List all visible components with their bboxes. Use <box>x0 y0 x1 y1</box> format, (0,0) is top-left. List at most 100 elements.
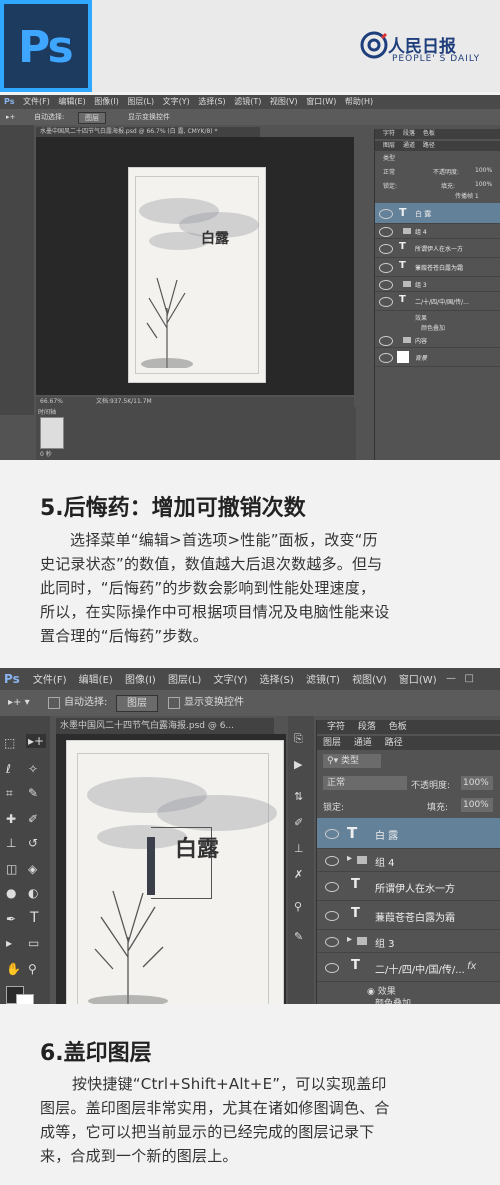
tab-character[interactable]: 字符 <box>383 130 395 137</box>
frame-time[interactable]: 0 秒 <box>40 449 52 458</box>
layer-row[interactable]: ▸ 组 3 <box>317 930 500 953</box>
tab-paragraph[interactable]: 段落 <box>358 722 376 732</box>
eye-icon[interactable] <box>325 882 339 892</box>
zoom-tool-icon[interactable]: ⚲ <box>28 962 37 976</box>
eye-icon[interactable] <box>379 297 393 307</box>
kind-filter[interactable]: 类型 <box>383 153 395 162</box>
menu-edit[interactable]: 编辑(E) <box>58 95 85 109</box>
show-transform-checkbox[interactable] <box>168 697 180 709</box>
menu-layer[interactable]: 图层(L) <box>127 95 154 109</box>
menu-type[interactable]: 文字(Y) <box>214 670 248 692</box>
crop-tool-icon[interactable]: ⌗ <box>6 786 13 801</box>
type-tool-icon[interactable]: T <box>30 910 39 926</box>
document-tab[interactable]: 水墨中国风二十四节气白露海报.psd @ 66.7% (白 露, CMYK/8)… <box>36 127 260 137</box>
eye-icon[interactable] <box>379 263 393 273</box>
layer-row[interactable]: T 二/十/四/中/国/传/... fx <box>317 953 500 982</box>
menu-filter[interactable]: 滤镜(T) <box>306 670 340 692</box>
path-select-icon[interactable]: ▸ <box>6 936 12 950</box>
stamp-tool-icon[interactable]: ⊥ <box>6 836 16 850</box>
kind-filter[interactable]: ⚲▾ 类型 <box>323 754 381 768</box>
opacity-value[interactable]: 100% <box>475 167 492 174</box>
eye-icon[interactable] <box>325 829 339 839</box>
menu-view[interactable]: 视图(V) <box>270 95 298 109</box>
clone-panel-icon[interactable]: ⊥ <box>294 842 304 855</box>
eyedropper-icon[interactable]: ✎ <box>28 786 38 800</box>
layer-row[interactable]: T 所谓伊人在水一方 <box>317 872 500 901</box>
menu-edit[interactable]: 编辑(E) <box>79 670 113 692</box>
poster-canvas[interactable]: 白露 <box>128 167 266 383</box>
poster-canvas[interactable]: 白露 <box>66 740 284 1004</box>
eye-icon[interactable] <box>379 209 393 219</box>
eye-icon[interactable] <box>325 937 339 947</box>
menu-layer[interactable]: 图层(L) <box>168 670 201 692</box>
menu-filter[interactable]: 滤镜(T) <box>234 95 261 109</box>
tab-channels[interactable]: 通道 <box>403 142 415 149</box>
eye-icon[interactable] <box>325 911 339 921</box>
brush-tool-icon[interactable]: ✐ <box>28 812 38 826</box>
magic-wand-icon[interactable]: ✧ <box>28 762 38 776</box>
tab-layers[interactable]: 图层 <box>383 142 395 149</box>
menu-file[interactable]: 文件(F) <box>23 95 50 109</box>
play-actions-icon[interactable]: ▶ <box>294 758 302 771</box>
dodge-tool-icon[interactable]: ◐ <box>28 886 38 900</box>
layer-row[interactable]: 组 3 <box>375 277 500 292</box>
layer-row[interactable]: ▸ 组 4 <box>317 849 500 872</box>
auto-select-dropdown[interactable]: 图层 <box>78 112 106 124</box>
fill-value[interactable]: 100% <box>475 181 492 188</box>
minimize-icon[interactable]: — <box>446 668 456 690</box>
layer-row[interactable]: T 蒹葭苍苍白露为霜 <box>317 901 500 930</box>
healing-brush-icon[interactable]: ✚ <box>6 812 16 826</box>
layer-row[interactable]: T 蒹葭苍苍白露为霜 <box>375 258 500 277</box>
show-transform-checkbox[interactable]: 显示变换控件 <box>128 109 170 125</box>
bucket-tool-icon[interactable]: ◈ <box>28 862 37 876</box>
tab-channels[interactable]: 通道 <box>354 738 372 748</box>
hand-tool-icon[interactable]: ✋ <box>6 962 21 976</box>
fx-icon[interactable]: fx <box>467 961 476 972</box>
eraser-icon[interactable]: ◫ <box>6 862 17 876</box>
blend-mode[interactable]: 正常 <box>383 167 395 176</box>
tab-layers[interactable]: 图层 <box>323 738 341 748</box>
tab-swatches[interactable]: 色板 <box>423 130 435 137</box>
eye-icon[interactable] <box>379 244 393 254</box>
menu-window[interactable]: 窗口(W) <box>306 95 336 109</box>
layer-row[interactable]: 组 4 <box>375 224 500 239</box>
move-tool-icon[interactable]: ▸+ <box>6 109 15 125</box>
eye-icon[interactable] <box>325 963 339 973</box>
tab-paragraph[interactable]: 段落 <box>403 130 415 137</box>
brush-panel-icon[interactable]: ✐ <box>294 816 303 829</box>
fx-panel-icon[interactable]: ✗ <box>294 868 303 881</box>
layer-row[interactable]: T 二/十/四/中/国/传/... <box>375 292 500 311</box>
expand-arrow-icon[interactable]: ▸ <box>347 853 352 864</box>
menu-type[interactable]: 文字(Y) <box>163 95 190 109</box>
layer-row[interactable]: 内容 <box>375 333 500 348</box>
menu-file[interactable]: 文件(F) <box>33 670 67 692</box>
eye-icon[interactable] <box>379 353 393 363</box>
opacity-value[interactable]: 100% <box>461 776 493 790</box>
paths-panel-icon[interactable]: ✎ <box>294 930 303 943</box>
tab-character[interactable]: 字符 <box>327 722 345 732</box>
layer-row[interactable]: 背景 <box>375 348 500 367</box>
menu-image[interactable]: 图像(I) <box>125 670 156 692</box>
document-tab[interactable]: 水墨中国风二十四节气白露海报.psd @ 6... <box>56 718 274 734</box>
tab-paths[interactable]: 路径 <box>385 738 403 748</box>
lasso-tool-icon[interactable]: ℓ <box>6 762 11 776</box>
marquee-tool-icon[interactable]: ⬚ <box>4 736 15 750</box>
frame-thumbnail[interactable] <box>40 417 64 449</box>
shape-tool-icon[interactable]: ▭ <box>28 936 39 950</box>
expand-arrow-icon[interactable]: ▸ <box>347 934 352 945</box>
history-brush-icon[interactable]: ↺ <box>28 836 38 850</box>
menu-select[interactable]: 选择(S) <box>198 95 225 109</box>
menu-window[interactable]: 窗口(W) <box>399 670 437 692</box>
tab-swatches[interactable]: 色板 <box>389 722 407 732</box>
history-panel-icon[interactable]: ⎘ <box>294 732 303 746</box>
auto-select-checkbox[interactable] <box>48 697 60 709</box>
adjust-panel-icon[interactable]: ⇅ <box>294 790 303 803</box>
background-color[interactable] <box>16 994 34 1004</box>
eye-icon[interactable] <box>379 280 393 290</box>
tool-presets-icon[interactable]: ⚲ <box>294 900 302 913</box>
pen-tool-icon[interactable]: ✒ <box>6 912 16 926</box>
eye-icon[interactable] <box>325 856 339 866</box>
move-tool-icon[interactable]: ▸+ ▾ <box>8 690 30 716</box>
auto-select-dropdown[interactable]: 图层 <box>116 695 158 712</box>
blend-mode[interactable]: 正常 <box>323 776 407 790</box>
